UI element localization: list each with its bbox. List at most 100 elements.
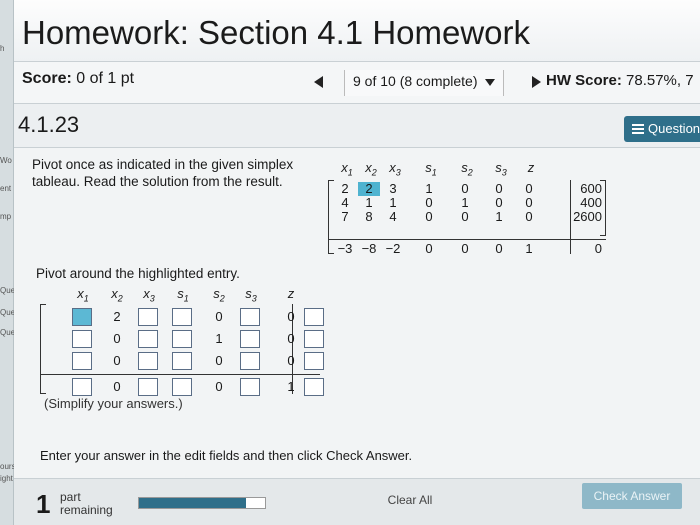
answer-value-x2: 0 [113, 379, 121, 394]
sidebar-fragment[interactable]: Que [0, 308, 14, 317]
simplex-tableau: x1 x2 x3 s1 s2 s3 z 2 2 3 1 0 0 0 600 4 1 1 0 1 0 0 400 7 8 4 0 0 1 0… [314, 160, 614, 280]
answer-value-z: 0 [287, 309, 295, 324]
answer-header-0: x1 [72, 286, 94, 304]
problem-content: Pivot once as indicated in the given sim… [14, 148, 700, 525]
list-icon [632, 124, 644, 134]
answer-header-3: s1 [172, 286, 194, 304]
tableau-cell: 0 [525, 181, 533, 196]
sidebar-fragment[interactable]: Que [0, 286, 14, 295]
tableau-cell: 2600 [573, 209, 602, 224]
answer-input-x1[interactable] [72, 330, 92, 348]
tableau-cell: 2 [341, 181, 349, 196]
next-question-icon[interactable] [532, 76, 541, 88]
tableau-cell: 7 [341, 209, 349, 224]
question-help-button[interactable]: Question [624, 116, 700, 142]
answer-input-s1[interactable] [172, 330, 192, 348]
answer-input-s3[interactable] [240, 330, 260, 348]
title-bar: Homework: Section 4.1 Homework [14, 0, 700, 62]
answer-input-x3[interactable] [138, 352, 158, 370]
tableau-header-6: z [520, 160, 542, 175]
previous-question-icon[interactable] [314, 76, 323, 88]
answer-input-x3[interactable] [138, 330, 158, 348]
answer-value-x2: 0 [113, 331, 121, 346]
enter-answer-message: Enter your answer in the edit fields and… [40, 448, 413, 463]
answer-input-s1[interactable] [172, 352, 192, 370]
sidebar-fragment[interactable]: ent [0, 184, 14, 193]
sidebar-fragment[interactable]: Wo [0, 156, 14, 165]
answer-header-4: s2 [208, 286, 230, 304]
tableau-cell: −2 [385, 241, 401, 256]
answer-header-0-subscript: 1 [83, 293, 89, 304]
answer-header-5: s3 [240, 286, 262, 304]
left-sidebar-strip: h Wo ent mp Que Que Que ourse ight 20 [0, 0, 14, 525]
answer-input-x1[interactable] [72, 308, 92, 326]
pivot-instruction: Pivot around the highlighted entry. [36, 266, 240, 281]
answer-input-s1[interactable] [172, 308, 192, 326]
tableau-header-0: x1 [336, 160, 358, 178]
answer-input-x1[interactable] [72, 378, 92, 396]
answer-value-s2: 1 [215, 331, 223, 346]
parts-progress-fill [139, 498, 247, 508]
hw-score-label: HW Score: [546, 72, 622, 89]
tableau-header-2-subscript: 3 [395, 167, 401, 178]
tableau-cell: 600 [580, 181, 602, 196]
answer-tableau: x1 x2 x3 s1 s2 s3 z 2 0 0 0 1 0 0 0 0 0 0 1 [34, 286, 334, 398]
tableau-cell: 0 [461, 241, 469, 256]
tableau-cell: 1 [389, 195, 397, 210]
tableau-cell: 1 [365, 195, 373, 210]
answer-value-s2: 0 [215, 379, 223, 394]
answer-input-s3[interactable] [240, 378, 260, 396]
tableau-divider [570, 180, 571, 254]
answer-value-x2: 0 [113, 353, 121, 368]
answer-input-x3[interactable] [138, 308, 158, 326]
tableau-cell: 1 [461, 195, 469, 210]
answer-header-6: z [280, 286, 302, 301]
answer-header-2: x3 [138, 286, 160, 304]
question-position: 9 of 10 (8 complete) [353, 73, 478, 89]
answer-input-s1[interactable] [172, 378, 192, 396]
chevron-down-icon [485, 78, 496, 86]
tableau-header-1: x2 [360, 160, 382, 178]
tableau-cell: 0 [425, 209, 433, 224]
clear-all-button[interactable]: Clear All [374, 489, 446, 511]
sidebar-fragment[interactable]: ourse [0, 462, 14, 471]
question-selector[interactable]: 9 of 10 (8 complete) [344, 70, 505, 96]
score-display: Score: 0 of 1 pt [22, 70, 134, 88]
answer-header-1-subscript: 2 [117, 293, 123, 304]
tableau-header-6-letter: z [527, 160, 535, 175]
check-answer-button[interactable]: Check Answer [582, 483, 682, 509]
tableau-header-1-subscript: 2 [371, 167, 377, 178]
answer-input-rhs[interactable] [304, 378, 324, 396]
answer-input-s3[interactable] [240, 352, 260, 370]
tableau-cell: 0 [495, 195, 503, 210]
tableau-cell: 3 [389, 181, 397, 196]
tableau-cell: 4 [389, 209, 397, 224]
tableau-cell: 8 [365, 209, 373, 224]
answer-input-x3[interactable] [138, 378, 158, 396]
sidebar-fragment: ight 20 [0, 474, 14, 483]
answer-input-s3[interactable] [240, 308, 260, 326]
tableau-cell: 1 [525, 241, 533, 256]
answer-input-rhs[interactable] [304, 352, 324, 370]
pivot-cell: 2 [358, 182, 380, 196]
parts-remaining-label: part remaining [60, 491, 113, 517]
tableau-cell: −3 [337, 241, 353, 256]
tableau-header-4: s2 [456, 160, 478, 178]
answer-objective-line [40, 374, 320, 375]
answer-input-rhs[interactable] [304, 308, 324, 326]
footer-bar: 1 part remaining Clear All Check Answer [14, 478, 700, 525]
sidebar-fragment[interactable]: mp [0, 212, 14, 221]
sidebar-fragment[interactable]: Que [0, 328, 14, 337]
score-value: 0 of 1 pt [76, 70, 135, 87]
answer-value-z: 1 [287, 379, 295, 394]
problem-id: 4.1.23 [18, 112, 80, 137]
tableau-cell: −8 [361, 241, 377, 256]
answer-header-2-subscript: 3 [149, 293, 155, 304]
parts-progress-bar [138, 497, 266, 509]
answer-input-x1[interactable] [72, 352, 92, 370]
tableau-header-4-subscript: 2 [467, 167, 473, 178]
tableau-header-2: x3 [384, 160, 406, 178]
answer-input-rhs[interactable] [304, 330, 324, 348]
tableau-cell: 0 [425, 241, 433, 256]
tableau-cell: 1 [425, 181, 433, 196]
